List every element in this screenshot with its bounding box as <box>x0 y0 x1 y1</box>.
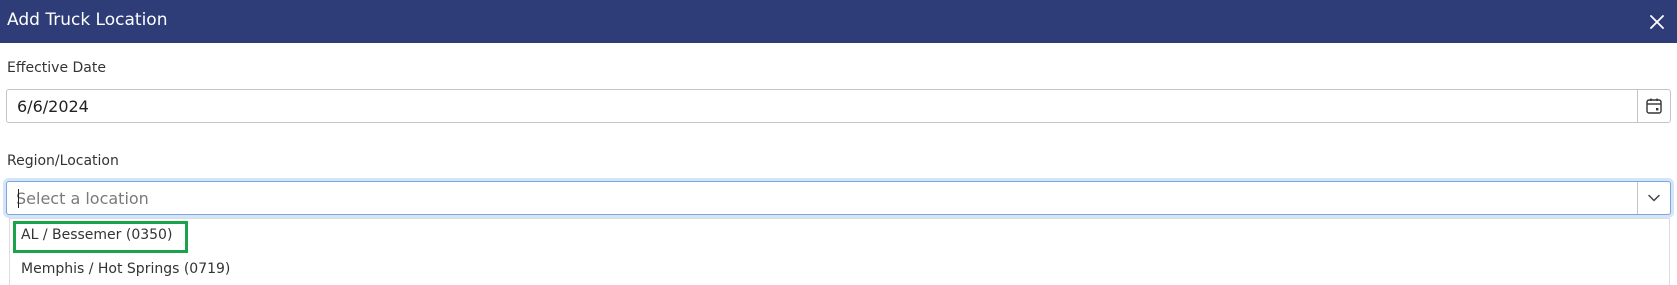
calendar-button[interactable] <box>1637 90 1670 122</box>
location-dropdown-list: AL / Bessemer (0350) Memphis / Hot Sprin… <box>9 218 1670 285</box>
dropdown-toggle-button[interactable] <box>1637 182 1670 214</box>
dialog-titlebar: Add Truck Location <box>0 0 1677 43</box>
close-icon[interactable] <box>1645 10 1669 34</box>
effective-date-value[interactable]: 6/6/2024 <box>17 97 89 117</box>
region-location-label: Region/Location <box>7 153 119 169</box>
chevron-down-icon <box>1648 194 1660 202</box>
location-option-label[interactable]: Memphis / Hot Springs (0719) <box>21 260 230 278</box>
effective-date-field[interactable]: 6/6/2024 <box>6 89 1671 123</box>
add-truck-location-dialog: Add Truck Location Effective Date 6/6/20… <box>0 0 1677 285</box>
calendar-icon <box>1646 98 1662 114</box>
dialog-title: Add Truck Location <box>7 10 168 30</box>
location-option-label[interactable]: AL / Bessemer (0350) <box>21 226 172 244</box>
location-option[interactable]: AL / Bessemer (0350) <box>10 219 1669 249</box>
location-option[interactable]: Memphis / Hot Springs (0719) <box>10 251 1669 281</box>
effective-date-label: Effective Date <box>7 60 106 76</box>
region-location-combobox[interactable] <box>6 181 1671 215</box>
location-search-input[interactable] <box>16 187 1616 209</box>
text-cursor <box>18 189 19 208</box>
